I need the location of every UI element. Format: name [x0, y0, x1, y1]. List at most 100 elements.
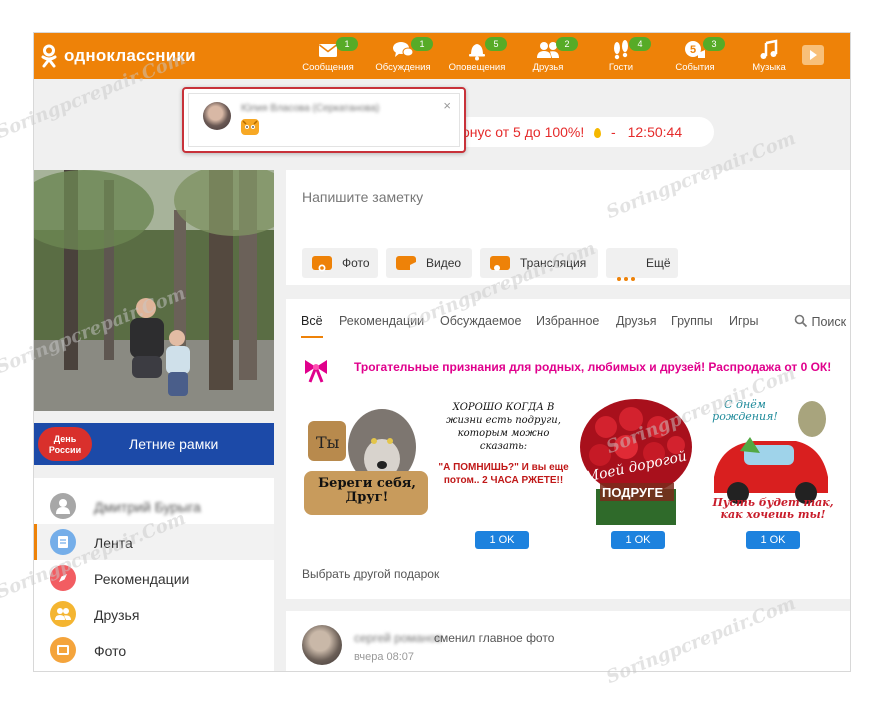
- nav-friends-label: Друзья: [532, 62, 564, 73]
- gift-birthday-car[interactable]: С днём рождения! Пусть будет так, как хо…: [710, 397, 836, 525]
- gift-car-price-button[interactable]: 1 OK: [746, 531, 800, 549]
- video-play-button[interactable]: [802, 45, 824, 65]
- top-navigation-bar: одноклассники Сообщения 1 Обсуждения 1 О…: [34, 33, 850, 79]
- nav-notifications-label: Оповещения: [448, 62, 506, 73]
- nav-discussions-label: Обсуждения: [375, 62, 431, 73]
- add-video-button[interactable]: Видео: [386, 248, 472, 278]
- nav-music-label: Музыка: [752, 62, 786, 73]
- notification-body: Юлия Власова (Серкатанова) ×: [188, 93, 460, 147]
- choose-other-gift-link[interactable]: Выбрать другой подарок: [302, 567, 439, 581]
- bonus-dash: -: [611, 124, 616, 140]
- cat-sticker-icon: [241, 119, 259, 135]
- summer-frames-banner[interactable]: День России Летние рамки: [34, 423, 274, 465]
- menu-item-friends[interactable]: Друзья: [34, 596, 274, 632]
- add-video-label: Видео: [426, 256, 462, 270]
- events-count-text: 5: [690, 44, 696, 56]
- logo-text: одноклассники: [64, 46, 196, 65]
- nav-notifications-badge: 5: [485, 37, 507, 51]
- profile-photo-image: [34, 170, 274, 411]
- nav-guests[interactable]: Гости 4: [583, 37, 659, 77]
- search-icon: [794, 314, 808, 328]
- gift-wolf-sticker[interactable]: Ты Береги себя, Друг!: [302, 397, 432, 525]
- profile-photo[interactable]: [34, 170, 274, 411]
- notification-avatar[interactable]: [203, 102, 231, 130]
- tab-groups[interactable]: Группы: [671, 314, 713, 328]
- start-broadcast-label: Трансляция: [520, 256, 587, 270]
- feed-card: Всё Рекомендации Обсуждаемое Избранное Д…: [286, 299, 850, 599]
- nav-guests-badge: 4: [629, 37, 651, 51]
- nav-friends[interactable]: Друзья 2: [510, 37, 586, 77]
- wolf-image: [304, 409, 428, 515]
- feed-search-label: Поиск: [811, 315, 847, 329]
- tab-games[interactable]: Игры: [729, 314, 758, 328]
- story-author-name[interactable]: сергей романов: [354, 631, 442, 645]
- gift-roses-bouquet[interactable]: Моей дорогой ПОДРУГЕ: [576, 397, 696, 525]
- menu-item-recommendations[interactable]: Рекомендации: [34, 560, 274, 596]
- more-label: Ещё: [646, 256, 671, 270]
- tab-all[interactable]: Всё: [301, 314, 323, 328]
- notification-popup[interactable]: Юлия Власова (Серкатанова) ×: [182, 87, 466, 153]
- menu-item-profile[interactable]: Дмитрий Бурыга: [34, 488, 274, 524]
- note-composer: Напишите заметку Фото Видео Трансляция Е…: [286, 170, 850, 285]
- bonus-timer: 12:50:44: [627, 124, 683, 140]
- gift-car-caption-a: С днём рождения!: [712, 398, 778, 423]
- gift-wolf-price-button[interactable]: 1 OK: [475, 531, 529, 549]
- nav-events-label: События: [675, 62, 715, 73]
- bonus-banner[interactable]: бонус от 5 до 100%! - 12:50:44: [424, 117, 714, 147]
- nav-discussions[interactable]: Обсуждения 1: [365, 37, 441, 77]
- start-broadcast-button[interactable]: Трансляция: [480, 248, 598, 278]
- bonus-text: бонус от 5 до 100%!: [454, 124, 585, 140]
- feed-icon: [50, 529, 76, 555]
- add-photo-button[interactable]: Фото: [302, 248, 378, 278]
- russia-day-line1: День: [53, 434, 77, 444]
- tab-recommendations[interactable]: Рекомендации: [339, 314, 424, 328]
- menu-item-photo[interactable]: Фото: [34, 632, 274, 668]
- nav-messages[interactable]: Сообщения 1: [290, 37, 366, 77]
- friends-icon: [50, 601, 76, 627]
- nav-messages-badge: 1: [336, 37, 358, 51]
- gift-remember-caption-b: "А ПОМНИШЬ?" И вы еще потом.. 2 ЧАСА РЖЕ…: [438, 462, 569, 486]
- nav-music[interactable]: Музыка: [731, 37, 807, 77]
- gift-wolf-caption-a: Ты: [316, 433, 340, 452]
- gift-roses-price-button[interactable]: 1 OK: [611, 531, 665, 549]
- nav-messages-label: Сообщения: [302, 62, 354, 73]
- more-button[interactable]: Ещё: [606, 248, 678, 281]
- left-navigation-menu: Дмитрий Бурыга Лента Рекомендации Друзья…: [34, 478, 274, 671]
- nav-guests-label: Гости: [608, 62, 634, 73]
- menu-item-feed[interactable]: Лента: [34, 524, 274, 560]
- tab-favorites[interactable]: Избранное: [536, 314, 599, 328]
- more-dots-icon: [616, 262, 636, 281]
- feed-search[interactable]: Поиск: [794, 314, 846, 329]
- tab-discussed[interactable]: Обсуждаемое: [440, 314, 521, 328]
- gift-remember-card[interactable]: ХОРОШО КОГДА В жизни есть подруги, котор…: [436, 397, 571, 525]
- menu-item-photo-label: Фото: [94, 643, 127, 659]
- ok-logo[interactable]: одноклассники: [40, 44, 196, 68]
- close-icon[interactable]: ×: [443, 98, 451, 113]
- fire-drop-icon: [594, 128, 602, 138]
- camera-icon: [312, 256, 332, 272]
- nav-notifications[interactable]: Оповещения 5: [439, 37, 515, 77]
- broadcast-icon: [490, 256, 510, 271]
- menu-item-feed-label: Лента: [94, 535, 133, 551]
- menu-item-recommendations-label: Рекомендации: [94, 571, 190, 587]
- gift-promo-text[interactable]: Трогательные признания для родных, любим…: [354, 360, 831, 374]
- browser-viewport: одноклассники Сообщения 1 Обсуждения 1 О…: [33, 32, 851, 672]
- photo-icon: [50, 637, 76, 663]
- story-action-text: сменил главное фото: [434, 631, 555, 645]
- compass-icon: [50, 565, 76, 591]
- gift-wolf-caption-b: Береги себя, Друг!: [318, 476, 416, 505]
- gift-bow-icon: [305, 360, 327, 383]
- gift-car-caption-b: Пусть будет так, как хочешь ты!: [712, 496, 834, 521]
- nav-discussions-badge: 1: [411, 37, 433, 51]
- gift-remember-caption-a: ХОРОШО КОГДА В жизни есть подруги, котор…: [446, 402, 561, 452]
- menu-item-friends-label: Друзья: [94, 607, 140, 623]
- feed-story-card: сергей романов сменил главное фото вчера…: [286, 611, 850, 671]
- russia-day-badge: День России: [38, 427, 92, 461]
- tab-friends[interactable]: Друзья: [616, 314, 657, 328]
- user-icon: [50, 493, 76, 519]
- note-input[interactable]: Напишите заметку: [302, 189, 423, 205]
- nav-events[interactable]: 5 События 3: [657, 37, 733, 77]
- active-tab-underline: [301, 336, 323, 338]
- story-author-avatar[interactable]: [302, 625, 342, 665]
- notification-sender-name[interactable]: Юлия Власова (Серкатанова): [241, 103, 379, 114]
